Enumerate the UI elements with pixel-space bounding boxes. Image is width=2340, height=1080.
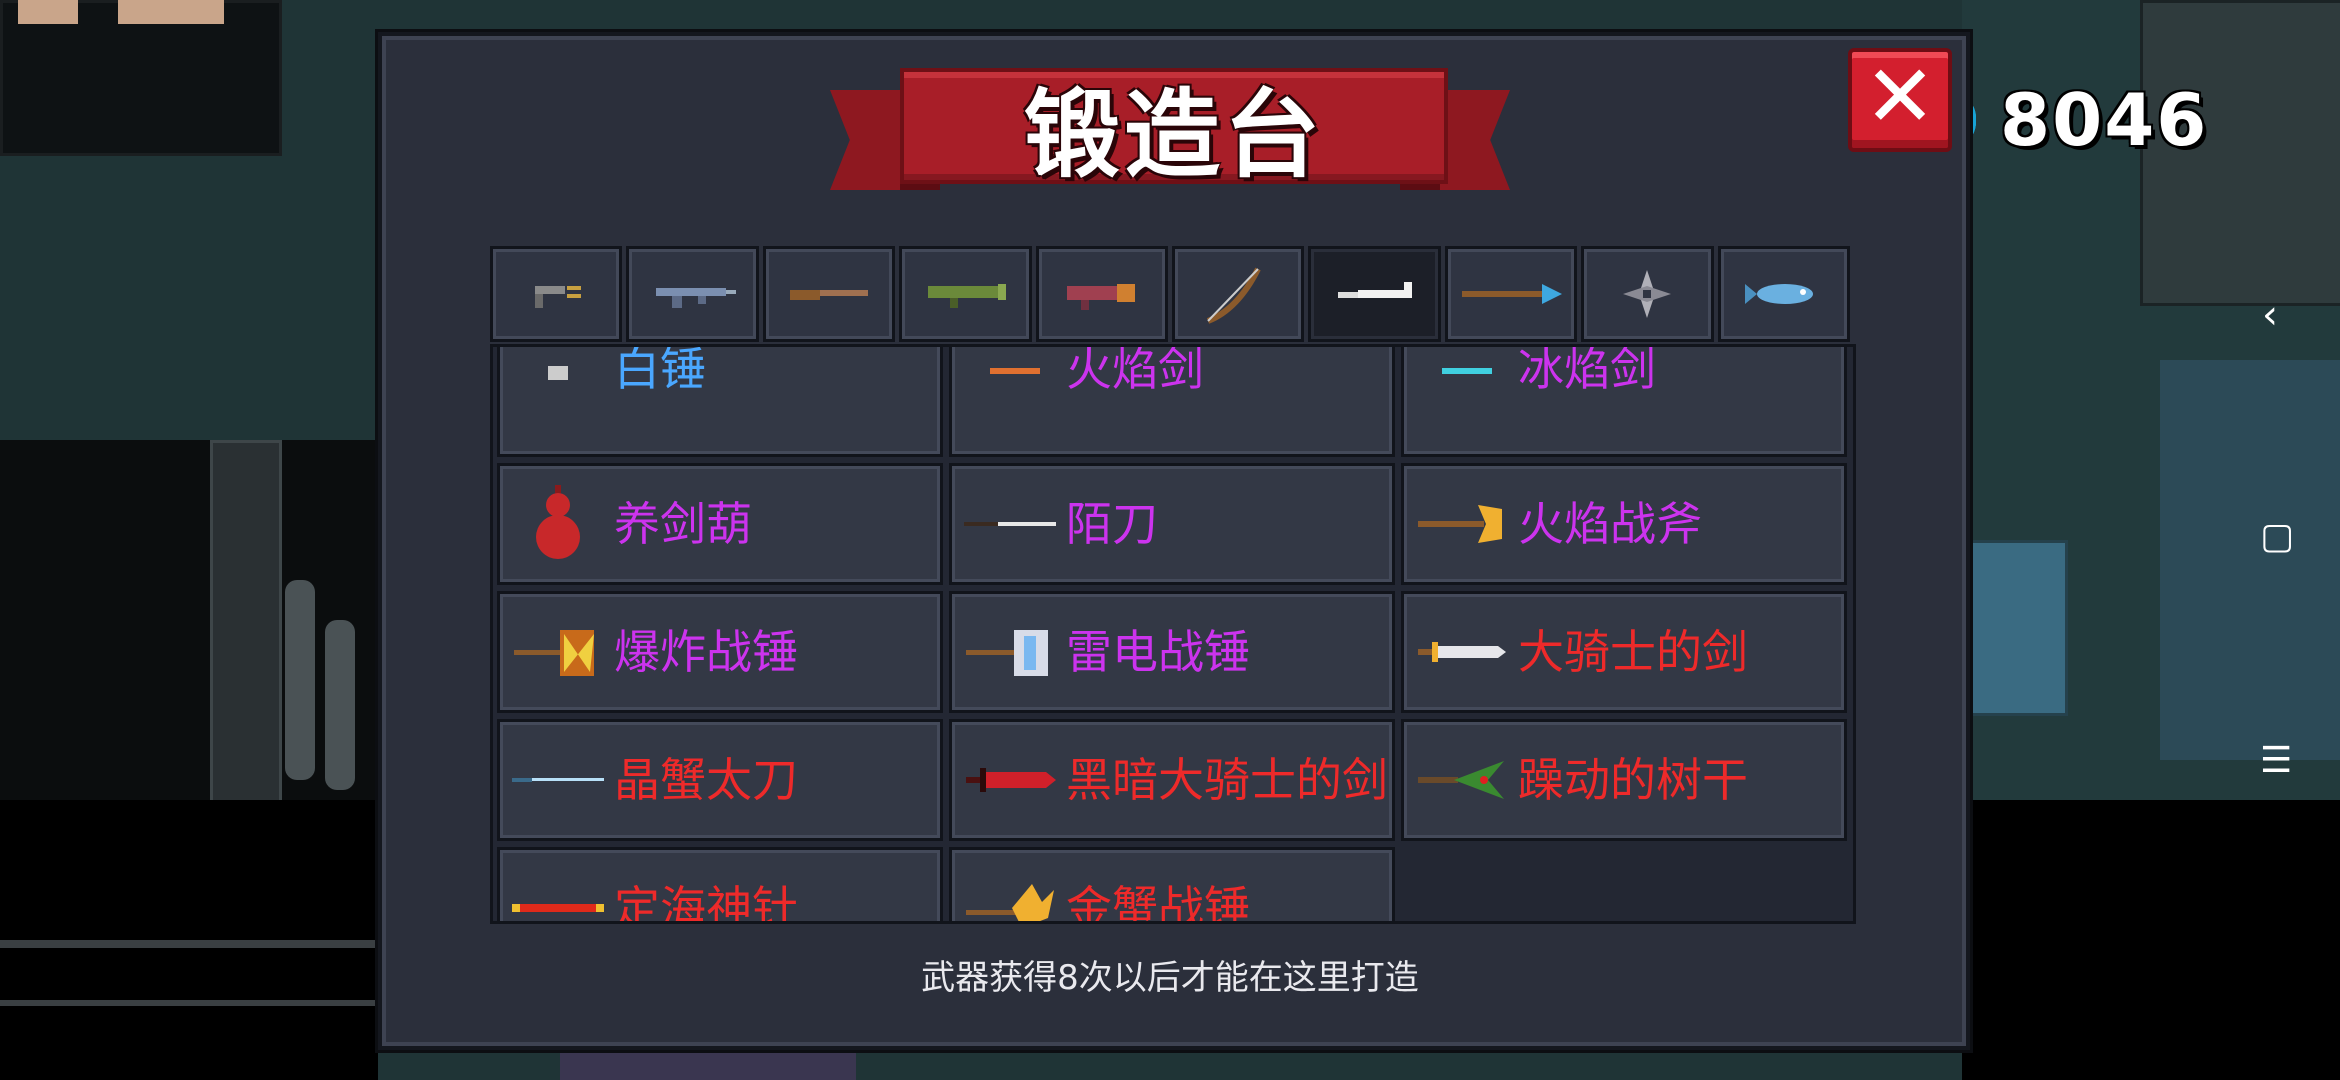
floor-dark: [1962, 800, 2340, 1080]
system-menu-icon[interactable]: ☰: [2260, 740, 2292, 781]
system-back-icon[interactable]: ‹: [2262, 292, 2278, 338]
shotgun-icon: [790, 290, 869, 300]
gourd-icon: [510, 485, 606, 559]
shuriken-icon: [1623, 270, 1672, 318]
title-banner: 锻造台: [830, 64, 1510, 224]
weapon-grid-viewport[interactable]: 白锤 火焰剑 冰焰剑 养剑葫 陌刀 火焰战斧 爆炸战锤 雷电战锤 大骑士的剑 晶…: [490, 344, 1856, 924]
tab-blade[interactable]: [1308, 246, 1441, 342]
spear-icon: [1462, 284, 1563, 304]
close-icon: ✕: [1863, 47, 1937, 147]
weapon-item[interactable]: 冰焰剑: [1401, 344, 1847, 457]
laser-gun-icon: [1066, 284, 1135, 310]
weapon-name: 爆炸战锤: [614, 625, 798, 679]
weapon-item[interactable]: 陌刀: [949, 463, 1395, 585]
knight-sword-icon: [1414, 622, 1510, 682]
explosive-hammer-icon: [510, 622, 606, 682]
dialog-title: 锻造台: [1024, 78, 1324, 191]
weapon-category-tabs: [490, 246, 1851, 342]
weapon-name: 黑暗大骑士的剑: [1066, 753, 1388, 807]
weapon-item[interactable]: 爆炸战锤: [497, 591, 943, 713]
weapon-item[interactable]: 养剑葫: [497, 463, 943, 585]
blade-icon: [1337, 282, 1412, 298]
bookshelf: [1962, 540, 2068, 716]
pistol-icon: [535, 286, 582, 308]
battle-axe-icon: [1414, 494, 1510, 554]
tab-throwing[interactable]: [1581, 246, 1714, 342]
crab-hammer-icon: [962, 878, 1058, 921]
tab-laser[interactable]: [1035, 246, 1169, 342]
close-button[interactable]: ✕: [1848, 48, 1952, 152]
weapon-item[interactable]: 火焰战斧: [1401, 463, 1847, 585]
weapon-name: 雷电战锤: [1066, 625, 1250, 679]
bow-icon: [1207, 267, 1261, 324]
weapon-name: 陌刀: [1066, 497, 1158, 551]
picture-frame: [18, 0, 78, 24]
weapon-name: 躁动的树干: [1518, 753, 1748, 807]
weapon-name: 火焰战斧: [1518, 497, 1702, 551]
weapon-name: 金蟹战锤: [1066, 881, 1250, 924]
launcher-icon: [928, 284, 1007, 308]
crystal-katana-icon: [510, 750, 606, 810]
floor-edge: [0, 940, 378, 948]
dark-knight-sword-icon: [962, 750, 1058, 810]
weapon-item[interactable]: 雷电战锤: [949, 591, 1395, 713]
weapon-name: 养剑葫: [614, 497, 752, 551]
floor-edge: [0, 1000, 378, 1006]
weapon-grid: 白锤 火焰剑 冰焰剑 养剑葫 陌刀 火焰战斧 爆炸战锤 雷电战锤 大骑士的剑 晶…: [497, 344, 1847, 924]
floor-shadow: [0, 440, 378, 800]
currency-value: 8046: [2000, 78, 2209, 162]
weapon-name: 定海神针: [614, 881, 798, 924]
weapon-item[interactable]: 晶蟹太刀: [497, 719, 943, 841]
tab-pistol[interactable]: [490, 246, 623, 342]
long-blade-icon: [962, 494, 1058, 554]
weapon-name: 晶蟹太刀: [614, 753, 798, 807]
tab-other[interactable]: [1717, 246, 1851, 342]
weapon-item[interactable]: 大骑士的剑: [1401, 591, 1847, 713]
golden-staff-icon: [510, 878, 606, 921]
weapon-item[interactable]: 火焰剑: [949, 344, 1395, 457]
weapon-item[interactable]: 躁动的树干: [1401, 719, 1847, 841]
rifle-icon: [655, 288, 736, 308]
system-home-icon[interactable]: ▢: [2260, 516, 2294, 557]
weapon-item[interactable]: 金蟹战锤: [949, 847, 1395, 924]
hammer-icon: [510, 366, 606, 426]
thunder-hammer-icon: [962, 622, 1058, 682]
gas-tank: [325, 620, 355, 790]
currency-display: 8046: [1950, 78, 2208, 162]
ribbon-body: 锻造台: [900, 68, 1448, 191]
forge-requirement-note: 武器获得8次以后才能在这里打造: [921, 958, 1419, 998]
machinery: [2160, 360, 2340, 760]
tab-rifle[interactable]: [626, 246, 759, 342]
weapon-name: 白锤: [614, 344, 706, 396]
weapon-item[interactable]: 黑暗大骑士的剑: [949, 719, 1395, 841]
tab-shotgun[interactable]: [762, 246, 896, 342]
weapon-item[interactable]: 定海神针: [497, 847, 943, 924]
gas-tank: [285, 580, 315, 780]
fish-icon: [1744, 284, 1813, 304]
weapon-name: 火焰剑: [1066, 344, 1204, 396]
tab-launcher[interactable]: [899, 246, 1032, 342]
weapon-name: 大骑士的剑: [1518, 625, 1748, 679]
ice-sword-icon: [1414, 366, 1510, 426]
tab-bow[interactable]: [1172, 246, 1305, 342]
pillar: [210, 440, 282, 806]
weapon-item[interactable]: 白锤: [497, 344, 943, 457]
tree-trunk-icon: [1414, 750, 1510, 810]
picture-frame: [118, 0, 224, 24]
weapon-name: 冰焰剑: [1518, 344, 1656, 396]
tab-spear[interactable]: [1444, 246, 1578, 342]
fire-sword-icon: [962, 366, 1058, 426]
